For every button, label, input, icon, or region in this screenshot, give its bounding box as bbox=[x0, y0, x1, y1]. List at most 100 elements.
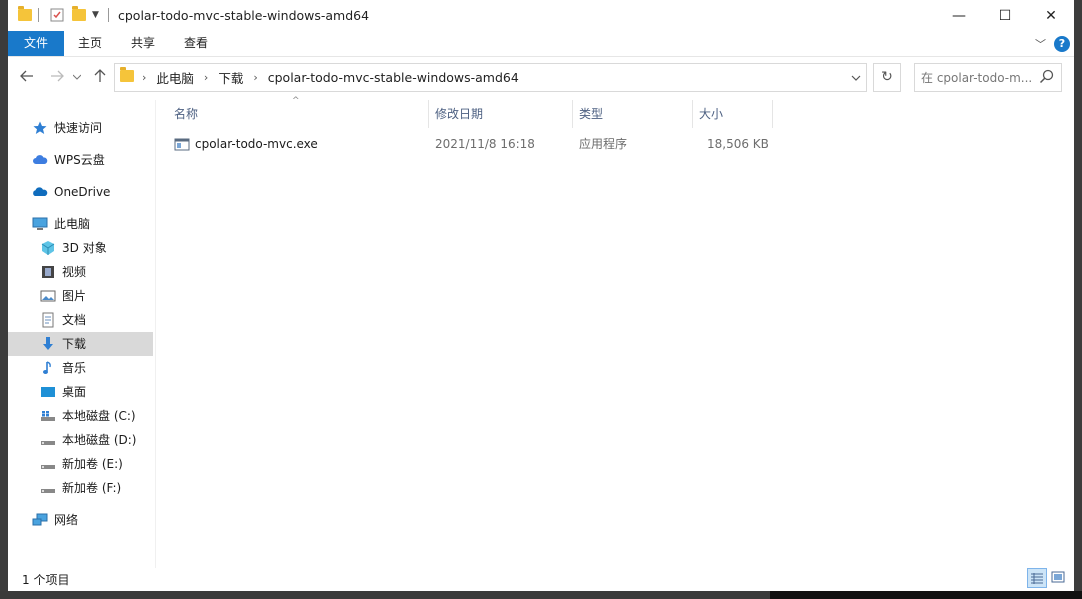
recent-locations-chevron-icon[interactable] bbox=[70, 68, 84, 88]
download-icon bbox=[40, 336, 56, 352]
tab-file[interactable]: 文件 bbox=[8, 31, 64, 56]
minimize-button[interactable]: — bbox=[936, 0, 982, 31]
breadcrumb-separator[interactable]: › bbox=[253, 71, 257, 84]
refresh-icon: ↻ bbox=[881, 69, 893, 85]
nav-item-label: 3D 对象 bbox=[62, 241, 107, 255]
close-button[interactable]: ✕ bbox=[1028, 0, 1074, 31]
background-left bbox=[0, 0, 8, 599]
address-bar[interactable]: › 此电脑 › 下载 › cpolar-todo-mvc-stable-wind… bbox=[114, 63, 867, 92]
tab-view[interactable]: 查看 bbox=[176, 31, 216, 56]
breadcrumb-separator[interactable]: › bbox=[204, 71, 208, 84]
new-folder-icon[interactable] bbox=[72, 6, 86, 23]
nav-item-label: 视频 bbox=[62, 265, 87, 279]
forward-button[interactable] bbox=[46, 68, 68, 88]
tab-home[interactable]: 主页 bbox=[70, 31, 110, 56]
nav-videos[interactable]: 视频 bbox=[40, 260, 86, 284]
exe-file-icon bbox=[174, 136, 190, 152]
chevron-down-icon[interactable]: ﹀ bbox=[1035, 36, 1046, 52]
nav-drive-f[interactable]: 新加卷 (F:) bbox=[40, 476, 121, 500]
cloud-icon bbox=[32, 152, 48, 168]
breadcrumb-downloads[interactable]: 下载 bbox=[218, 68, 243, 87]
onedrive-icon bbox=[32, 184, 48, 200]
window-title: cpolar-todo-mvc-stable-windows-amd64 bbox=[118, 8, 370, 23]
column-header-size[interactable]: 大小 bbox=[699, 100, 723, 128]
desktop-icon bbox=[40, 384, 56, 400]
details-view-button[interactable] bbox=[1027, 568, 1047, 588]
folder-icon bbox=[120, 67, 134, 85]
nav-drive-e[interactable]: 新加卷 (E:) bbox=[40, 452, 123, 476]
arrow-left-icon bbox=[20, 70, 33, 82]
column-header-type[interactable]: 类型 bbox=[579, 100, 603, 128]
nav-item-label: 此电脑 bbox=[54, 217, 91, 231]
background-right bbox=[1074, 0, 1082, 599]
address-history-chevron-icon[interactable] bbox=[846, 64, 866, 91]
large-icons-view-button[interactable] bbox=[1049, 568, 1069, 588]
title-bar: ▼ cpolar-todo-mvc-stable-windows-amd64 —… bbox=[8, 0, 1074, 31]
music-icon bbox=[40, 360, 56, 376]
column-divider[interactable] bbox=[572, 100, 573, 128]
status-item-count: 1 个项目 bbox=[22, 573, 70, 587]
up-button[interactable] bbox=[89, 68, 111, 88]
arrow-right-icon bbox=[51, 70, 64, 82]
file-type: 应用程序 bbox=[579, 137, 628, 151]
customize-toolbar-chevron-icon[interactable]: ▼ bbox=[92, 7, 99, 23]
network-icon bbox=[32, 512, 48, 528]
nav-item-label: WPS云盘 bbox=[54, 153, 105, 167]
details-view-icon bbox=[1031, 573, 1043, 584]
nav-onedrive[interactable]: OneDrive bbox=[32, 180, 110, 204]
nav-desktop[interactable]: 桌面 bbox=[40, 380, 86, 404]
nav-wps-cloud[interactable]: WPS云盘 bbox=[32, 148, 105, 172]
nav-quick-access[interactable]: 快速访问 bbox=[32, 116, 102, 140]
nav-item-label: 图片 bbox=[62, 289, 87, 303]
search-box[interactable] bbox=[914, 63, 1062, 92]
star-icon bbox=[32, 120, 48, 136]
file-row[interactable]: cpolar-todo-mvc.exe 2021/11/8 16:18 应用程序… bbox=[170, 132, 770, 156]
column-divider[interactable] bbox=[428, 100, 429, 128]
refresh-button[interactable]: ↻ bbox=[873, 63, 901, 92]
nav-item-label: 文档 bbox=[62, 313, 87, 327]
drive-icon bbox=[40, 480, 56, 496]
sort-ascending-icon: ^ bbox=[292, 96, 300, 106]
search-input[interactable] bbox=[921, 68, 1033, 87]
nav-item-label: 网络 bbox=[54, 513, 79, 527]
navigation-pane: 快速访问 WPS云盘 OneDrive 此电脑 3D 对象 视频 图片 文档 下… bbox=[8, 100, 156, 568]
background-bottom-dark bbox=[770, 591, 1082, 599]
nav-downloads[interactable]: 下载 bbox=[8, 332, 153, 356]
nav-item-label: 本地磁盘 (C:) bbox=[62, 409, 136, 423]
nav-music[interactable]: 音乐 bbox=[40, 356, 86, 380]
nav-network[interactable]: 网络 bbox=[32, 508, 78, 532]
nav-item-label: 下载 bbox=[62, 337, 87, 351]
back-button[interactable] bbox=[16, 68, 38, 88]
search-icon[interactable] bbox=[1039, 69, 1055, 85]
column-header-name[interactable]: 名称 bbox=[174, 100, 198, 128]
nav-drive-d[interactable]: 本地磁盘 (D:) bbox=[40, 428, 136, 452]
quick-access-separator bbox=[38, 7, 39, 23]
column-header-modified[interactable]: 修改日期 bbox=[435, 100, 483, 128]
cube-icon bbox=[40, 240, 56, 256]
nav-item-label: 新加卷 (F:) bbox=[62, 481, 122, 495]
breadcrumb-separator[interactable]: › bbox=[142, 71, 146, 84]
nav-documents[interactable]: 文档 bbox=[40, 308, 86, 332]
help-icon[interactable]: ? bbox=[1054, 36, 1070, 52]
nav-3d-objects[interactable]: 3D 对象 bbox=[40, 236, 107, 260]
column-divider[interactable] bbox=[692, 100, 693, 128]
file-modified: 2021/11/8 16:18 bbox=[435, 137, 535, 151]
explorer-window: ▼ cpolar-todo-mvc-stable-windows-amd64 —… bbox=[8, 0, 1074, 591]
maximize-button[interactable]: ☐ bbox=[982, 0, 1028, 31]
nav-drive-c[interactable]: 本地磁盘 (C:) bbox=[40, 404, 136, 428]
nav-item-label: 新加卷 (E:) bbox=[62, 457, 123, 471]
minimize-icon: — bbox=[952, 7, 966, 24]
nav-pictures[interactable]: 图片 bbox=[40, 284, 86, 308]
drive-icon bbox=[40, 456, 56, 472]
nav-this-pc[interactable]: 此电脑 bbox=[32, 212, 90, 236]
nav-item-label: 本地磁盘 (D:) bbox=[62, 433, 137, 447]
folder-icon bbox=[18, 6, 32, 23]
tab-share[interactable]: 共享 bbox=[123, 31, 163, 56]
column-divider[interactable] bbox=[772, 100, 773, 128]
breadcrumb-current-folder[interactable]: cpolar-todo-mvc-stable-windows-amd64 bbox=[268, 70, 519, 85]
breadcrumb-this-pc[interactable]: 此电脑 bbox=[156, 68, 194, 87]
properties-icon[interactable] bbox=[50, 7, 64, 23]
arrow-up-icon bbox=[94, 69, 106, 82]
document-icon bbox=[40, 312, 56, 328]
nav-item-label: 快速访问 bbox=[54, 121, 103, 135]
